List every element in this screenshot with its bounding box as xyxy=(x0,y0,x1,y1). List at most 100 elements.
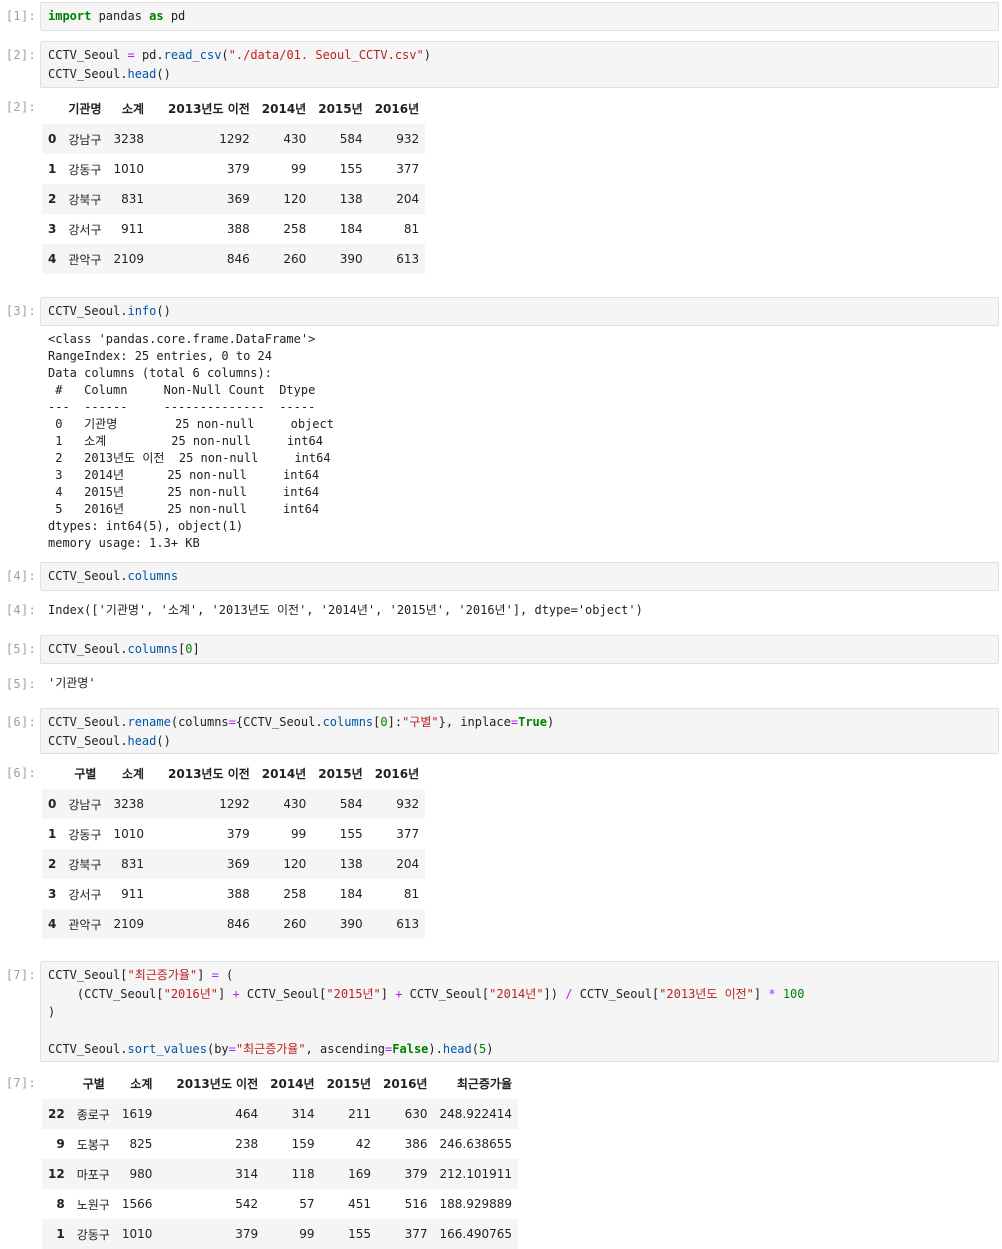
value-cell: 369 xyxy=(226,192,250,206)
value-cell: 314 xyxy=(235,1167,259,1181)
district-cell: 강동구 xyxy=(68,827,102,842)
code-token: columns xyxy=(127,642,179,656)
code-token: rename xyxy=(127,715,171,729)
code-token: CCTV_Seoul. xyxy=(48,1042,128,1056)
code-cell-4[interactable]: CCTV_Seoul.columns xyxy=(40,562,999,591)
value-cell: 212.101911 xyxy=(439,1167,513,1181)
value-cell: 155 xyxy=(339,162,363,176)
dataframe-table-6: 구별 소계 2013년도 이전 2014년 2015년 2016년 0 강남구 32… xyxy=(42,757,426,939)
column-header: 구별 xyxy=(82,1076,105,1091)
value-cell: 2109 xyxy=(113,917,145,931)
district-cell: 관악구 xyxy=(68,917,102,932)
code-token: ]) xyxy=(543,986,566,1001)
code-token: ( xyxy=(218,968,234,982)
district-cell: 강북구 xyxy=(68,857,102,872)
code-token: CCTV_Seoul. xyxy=(48,733,128,748)
code-token: pd xyxy=(163,9,186,23)
code-token: 100 xyxy=(782,986,805,1001)
code-cell-5[interactable]: CCTV_Seoul.columns[0] xyxy=(40,635,999,664)
code-cell-6[interactable]: CCTV_Seoul.rename(columns={CCTV_Seoul.co… xyxy=(40,708,999,754)
value-cell: 831 xyxy=(121,192,145,206)
row-index: 4 xyxy=(48,252,57,266)
value-cell: 1566 xyxy=(121,1197,153,1211)
value-cell: 516 xyxy=(404,1197,428,1211)
column-header: 2016년 xyxy=(383,1076,428,1091)
code-token: () xyxy=(156,66,171,81)
code-token: CCTV_Seoul[ xyxy=(48,968,128,982)
row-index: 22 xyxy=(48,1107,65,1121)
code-token: () xyxy=(156,733,171,748)
table-row: 22 종로구 1619 464 314 211 630 248.922414 xyxy=(42,1099,519,1129)
column-header: 2013년도 이전 xyxy=(176,1076,259,1091)
column-header: 구별 xyxy=(74,766,97,781)
district-cell: 강남구 xyxy=(68,797,102,812)
value-cell: 379 xyxy=(226,827,250,841)
value-cell: 246.638655 xyxy=(439,1137,513,1151)
table-row: 1 강동구 1010 379 99 155 377 xyxy=(42,819,425,849)
output-prompt-6: [6]: xyxy=(5,766,36,780)
value-cell: 211 xyxy=(348,1107,372,1121)
value-cell: 258 xyxy=(283,887,307,901)
code-token: CCTV_Seoul. xyxy=(48,715,128,729)
code-token: = xyxy=(211,968,219,982)
code-token: ). xyxy=(428,1042,443,1056)
code-token: (columns xyxy=(170,715,229,729)
district-cell: 강남구 xyxy=(68,132,102,147)
value-cell: 388 xyxy=(226,887,250,901)
district-cell: 노원구 xyxy=(76,1197,110,1212)
row-index: 3 xyxy=(48,887,57,901)
code-token: pd. xyxy=(134,48,164,62)
value-cell: 42 xyxy=(355,1137,372,1151)
dataframe-table-2: 기관명 소계 2013년도 이전 2014년 2015년 2016년 0 강남구 3… xyxy=(42,92,426,274)
code-token: "최근증가율" xyxy=(235,1042,306,1056)
code-token: sort_values xyxy=(127,1042,207,1056)
value-cell: 451 xyxy=(348,1197,372,1211)
value-cell: 1292 xyxy=(219,797,250,811)
code-token: + xyxy=(232,986,240,1001)
value-cell: 120 xyxy=(283,857,307,871)
table-row: 9 도봉구 825 238 159 42 386 246.638655 xyxy=(42,1129,518,1159)
value-cell: 542 xyxy=(235,1197,259,1211)
value-cell: 911 xyxy=(121,222,145,236)
value-cell: 57 xyxy=(299,1197,315,1211)
row-index: 12 xyxy=(48,1167,65,1181)
code-cell-3[interactable]: CCTV_Seoul.info() xyxy=(40,297,999,326)
value-cell: 911 xyxy=(121,887,145,901)
value-cell: 260 xyxy=(283,252,307,266)
code-token: "./data/01. Seoul_CCTV.csv" xyxy=(228,48,424,62)
table-header-row: 기관명 소계 2013년도 이전 2014년 2015년 2016년 xyxy=(42,92,425,124)
value-cell: 846 xyxy=(226,917,250,931)
value-cell: 379 xyxy=(226,162,250,176)
value-cell: 169 xyxy=(348,1167,372,1181)
code-token: head xyxy=(442,1042,472,1056)
value-cell: 386 xyxy=(404,1137,428,1151)
code-token: = xyxy=(510,715,519,729)
column-header: 소계 xyxy=(121,101,145,116)
column-header: 소계 xyxy=(121,766,145,781)
code-token: ] xyxy=(197,968,212,982)
code-token: () xyxy=(156,304,171,318)
code-token: True xyxy=(518,715,547,729)
code-token: * xyxy=(768,986,776,1001)
row-index: 2 xyxy=(48,857,57,871)
code-token: ( xyxy=(471,1042,479,1056)
value-cell: 1010 xyxy=(113,162,145,176)
value-cell: 238 xyxy=(235,1137,259,1151)
code-cell-2[interactable]: CCTV_Seoul = pd.read_csv("./data/01. Seo… xyxy=(40,41,999,88)
row-index: 8 xyxy=(56,1197,65,1211)
code-cell-1[interactable]: import pandas as pd xyxy=(40,2,999,31)
value-cell: 184 xyxy=(339,887,363,901)
value-cell: 388 xyxy=(226,222,250,236)
code-cell-7[interactable]: CCTV_Seoul["최근증가율"] = ( (CCTV_Seoul["201… xyxy=(40,961,999,1062)
code-token: = xyxy=(228,1042,236,1056)
index-header xyxy=(42,92,62,124)
code-token: 0 xyxy=(185,642,193,656)
code-token: ]: xyxy=(387,715,403,729)
value-cell: 120 xyxy=(283,192,307,206)
table-row: 2 강북구 831 369 120 138 204 xyxy=(42,184,426,214)
table-row: 12 마포구 980 314 118 169 379 212.101911 xyxy=(42,1159,519,1189)
row-index: 0 xyxy=(48,797,57,811)
code-token: CCTV_Seoul. xyxy=(48,66,128,81)
district-cell: 마포구 xyxy=(76,1167,110,1182)
